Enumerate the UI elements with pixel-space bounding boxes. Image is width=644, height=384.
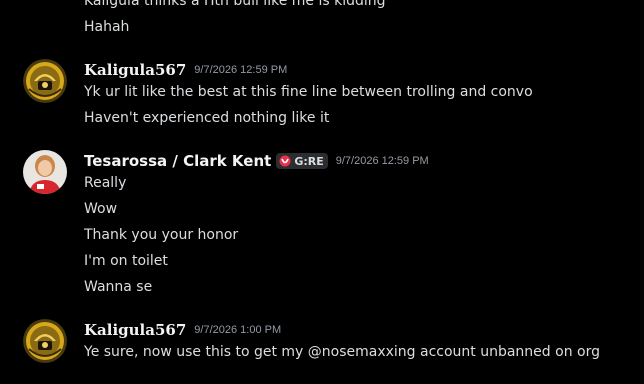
- username[interactable]: Kaligula567: [84, 321, 186, 339]
- tesarossa-avatar-icon: [23, 150, 67, 194]
- message-text: Wanna se: [84, 279, 153, 295]
- kaligula-avatar-icon: [23, 319, 67, 363]
- message-text: Haven't experienced nothing like it: [84, 110, 330, 126]
- avatar[interactable]: [23, 59, 67, 103]
- guild-tag-badge[interactable]: G:RE: [276, 153, 328, 169]
- message-text: Wow: [84, 201, 118, 217]
- chat-message-list: Kaligula thinks a Htn bull like me is ki…: [0, 0, 644, 384]
- timestamp: 9/7/2026 12:59 PM: [194, 64, 288, 76]
- message-header: Kaligula567 9/7/2026 1:00 PM: [84, 320, 281, 340]
- message-text: Yk ur lit like the best at this fine lin…: [84, 84, 533, 100]
- message-text: Hahah: [84, 19, 130, 35]
- message-text: Kaligula thinks a Htn bull like me is ki…: [84, 0, 386, 9]
- guild-tag-label: G:RE: [294, 154, 324, 168]
- kaligula-avatar-icon: [23, 59, 67, 103]
- message-text: I'm on toilet: [84, 253, 168, 269]
- username[interactable]: Kaligula567: [84, 61, 186, 79]
- guild-tag-icon: [279, 155, 291, 167]
- avatar[interactable]: [23, 319, 67, 363]
- scrollbar[interactable]: [640, 0, 644, 384]
- message-text: Thank you your honor: [84, 227, 239, 243]
- username[interactable]: Tesarossa / Clark Kent: [84, 152, 271, 170]
- timestamp: 9/7/2026 12:59 PM: [335, 155, 429, 167]
- avatar[interactable]: [23, 150, 67, 194]
- message-header: Tesarossa / Clark Kent G:RE 9/7/2026 12:…: [84, 151, 429, 171]
- message-text: Really: [84, 175, 127, 191]
- timestamp: 9/7/2026 1:00 PM: [194, 324, 282, 336]
- message-header: Kaligula567 9/7/2026 12:59 PM: [84, 60, 287, 80]
- message-text: Ye sure, now use this to get my @nosemax…: [84, 344, 600, 360]
